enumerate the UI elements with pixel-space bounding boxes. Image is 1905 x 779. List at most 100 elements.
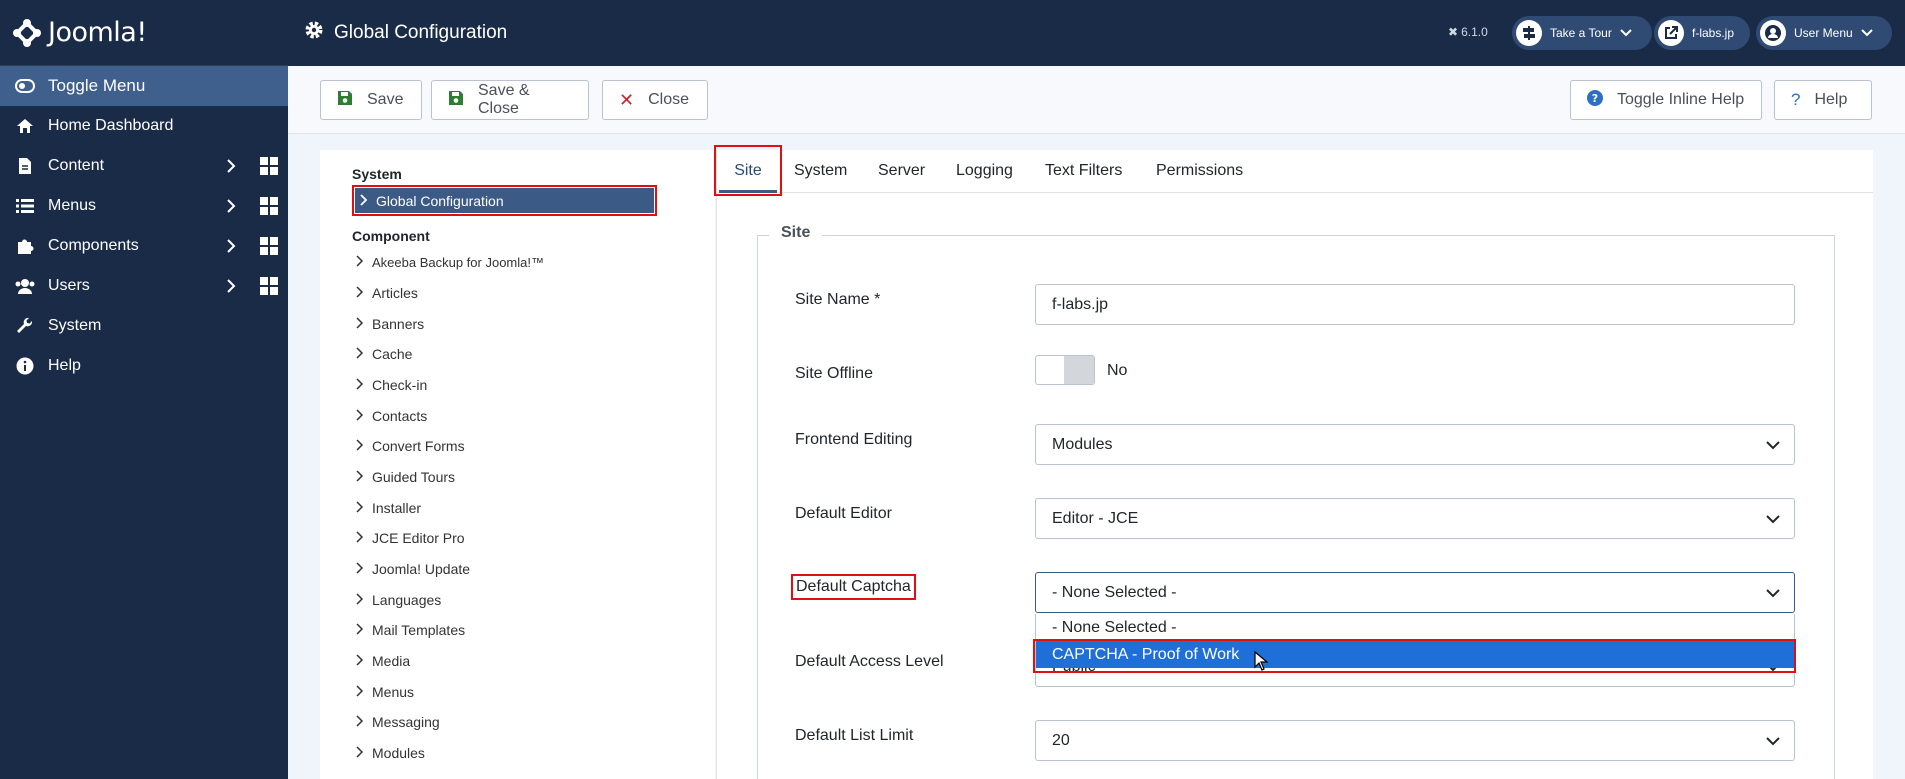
default-list-limit-select[interactable]: 20 [1035, 720, 1795, 761]
chevron-right-icon[interactable] [226, 158, 236, 179]
brand-logo-link[interactable]: Joomla! [0, 0, 288, 66]
sidebar-item-label: System [48, 317, 102, 334]
default-editor-select[interactable]: Editor - JCE [1035, 498, 1795, 539]
site-link-button[interactable]: f-labs.jp [1654, 16, 1750, 50]
close-label: Close [648, 91, 689, 108]
chevron-right-icon [356, 254, 364, 270]
tab-system[interactable]: System [794, 162, 847, 180]
chevron-right-icon [356, 745, 364, 761]
tree-heading-component: Component [352, 228, 430, 244]
dashboard-grid-icon[interactable] [260, 157, 278, 180]
sidebar-item-label: Menus [48, 197, 97, 214]
switch-knob [1064, 356, 1094, 384]
tree-item-label: Menus [372, 684, 415, 700]
sidebar-item-menus[interactable]: Menus [0, 186, 288, 226]
chevron-right-icon [356, 684, 364, 700]
sidebar-item-system[interactable]: System [0, 306, 288, 346]
frontend-editing-label: Frontend Editing [795, 431, 913, 448]
tree-item-label: Banners [372, 316, 425, 332]
tree-item[interactable]: Check-in [356, 377, 427, 393]
frontend-editing-select[interactable]: Modules [1035, 424, 1795, 465]
chevron-right-icon [356, 438, 364, 454]
tab-site[interactable]: Site [714, 145, 782, 196]
tree-item[interactable]: JCE Editor Pro [356, 530, 465, 546]
config-form: Site System Server Logging Text Filters … [714, 145, 1873, 779]
user-icon [1760, 20, 1786, 46]
tab-server[interactable]: Server [878, 162, 925, 180]
save-close-button[interactable]: Save & Close [431, 80, 589, 120]
tree-item[interactable]: Installer [356, 500, 421, 516]
chevron-right-icon[interactable] [226, 238, 236, 259]
tree-item[interactable]: Joomla! Update [356, 561, 470, 577]
page-title-text: Global Configuration [334, 22, 508, 43]
tree-item[interactable]: Cache [356, 346, 412, 362]
chevron-right-icon[interactable] [226, 278, 236, 299]
chevron-right-icon [356, 561, 364, 577]
question-circle-icon: ? [1587, 89, 1603, 111]
tab-permissions[interactable]: Permissions [1156, 162, 1243, 180]
tab-logging[interactable]: Logging [956, 162, 1013, 180]
file-icon [14, 155, 36, 177]
list-icon [14, 195, 36, 217]
sidebar-item-content[interactable]: Content [0, 146, 288, 186]
header-bar: Global Configuration ✖ 6.1.0 Take a Tour… [288, 0, 1905, 66]
tree-item[interactable]: Guided Tours [356, 469, 455, 485]
tree-item[interactable]: Articles [356, 285, 418, 301]
save-button[interactable]: Save [320, 80, 422, 120]
tree-item[interactable]: Messaging [356, 714, 440, 730]
tree-item-label: Joomla! Update [372, 561, 471, 577]
tree-item-global-configuration[interactable]: Global Configuration [352, 185, 657, 216]
close-button[interactable]: ✕ Close [602, 80, 708, 120]
tree-item[interactable]: Akeeba Backup for Joomla!™ [356, 254, 544, 270]
tree-item[interactable]: Languages [356, 592, 441, 608]
tree-item[interactable]: Mail Templates [356, 622, 465, 638]
sidebar-item-components[interactable]: Components [0, 226, 288, 266]
toggle-menu-button[interactable]: Toggle Menu [0, 66, 288, 106]
tree-item-label: Check-in [372, 377, 428, 393]
chevron-down-icon [1766, 437, 1780, 455]
svg-text:?: ? [1592, 92, 1598, 105]
chevron-right-icon[interactable] [226, 198, 236, 219]
sidebar-item-home-dashboard[interactable]: Home Dashboard [0, 106, 288, 146]
help-button[interactable]: ? Help [1774, 80, 1872, 120]
chevron-right-icon [360, 193, 368, 209]
chevron-down-icon [1620, 26, 1632, 40]
page-title: Global Configuration [304, 20, 507, 46]
chevron-right-icon [356, 377, 364, 393]
default-list-limit-value: 20 [1052, 731, 1070, 749]
toggle-inline-help-button[interactable]: ? Toggle Inline Help [1570, 80, 1762, 120]
user-menu-label: User Menu [1794, 26, 1853, 40]
dashboard-grid-icon[interactable] [260, 277, 278, 300]
default-captcha-label: Default Captcha [791, 574, 916, 600]
tree-item[interactable]: Contacts [356, 408, 427, 424]
take-tour-button[interactable]: Take a Tour [1512, 16, 1652, 50]
chevron-right-icon [356, 592, 364, 608]
chevron-right-icon [356, 653, 364, 669]
toggle-icon [14, 75, 36, 97]
default-captcha-select[interactable]: - None Selected - [1035, 572, 1795, 613]
tree-item-label: Global Configuration [376, 192, 504, 209]
tree-item[interactable]: Convert Forms [356, 438, 465, 454]
sidebar-item-help[interactable]: Help [0, 346, 288, 386]
site-link-label: f-labs.jp [1692, 26, 1735, 40]
site-name-field[interactable]: f-labs.jp [1035, 284, 1795, 325]
save-close-label: Save & Close [478, 82, 530, 117]
tab-text-filters[interactable]: Text Filters [1045, 162, 1122, 180]
puzzle-icon [14, 235, 36, 257]
site-offline-switch[interactable] [1035, 355, 1095, 385]
tree-item[interactable]: Banners [356, 316, 424, 332]
dashboard-grid-icon[interactable] [260, 197, 278, 220]
user-menu-button[interactable]: User Menu [1756, 16, 1892, 50]
dashboard-grid-icon[interactable] [260, 237, 278, 260]
sidebar-item-label: Users [48, 277, 90, 294]
captcha-option-none[interactable]: - None Selected - [1036, 614, 1794, 641]
tree-item[interactable]: Modules [356, 745, 425, 761]
sidebar-item-users[interactable]: Users [0, 266, 288, 306]
tree-item-label: JCE Editor Pro [372, 530, 465, 546]
chevron-right-icon [356, 285, 364, 301]
users-icon [14, 275, 36, 297]
tree-item-label: Akeeba Backup for Joomla!™ [372, 254, 544, 270]
tree-item[interactable]: Media [356, 653, 410, 669]
tree-item[interactable]: Menus [356, 684, 414, 700]
default-list-limit-label: Default List Limit [795, 727, 914, 744]
